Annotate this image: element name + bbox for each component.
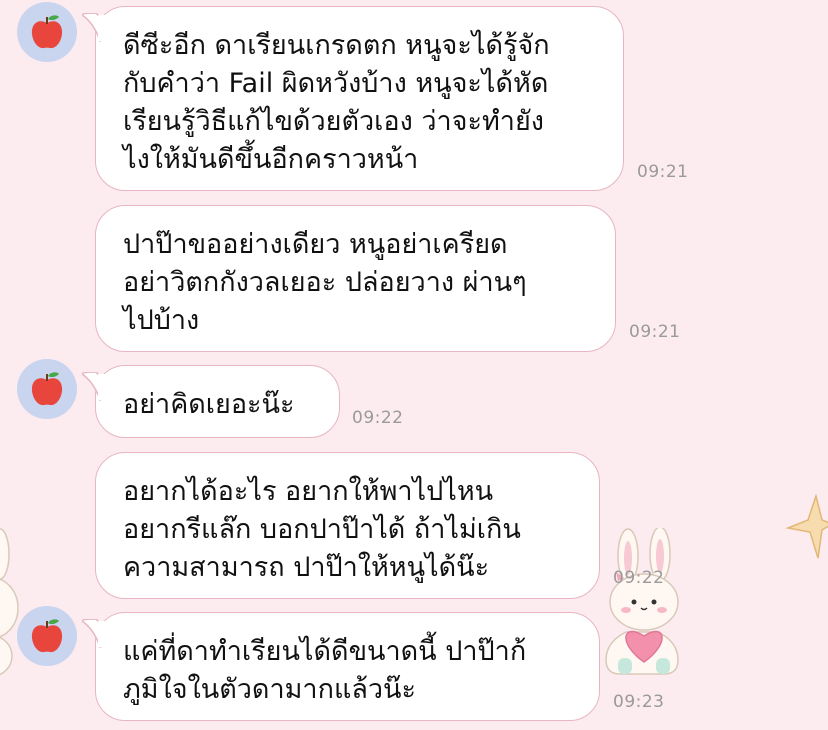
message-line: อยากรีแล๊ก บอกปาป๊าได้ ถ้าไม่เกิน (123, 514, 521, 545)
message-line: ความสามารถ ปาป๊าให้หนูได้น๊ะ (123, 552, 490, 583)
message-bubble[interactable]: อย่าคิดเยอะน๊ะ (82, 365, 340, 438)
message-timestamp: 09:21 (629, 322, 681, 342)
apple-icon (31, 372, 63, 406)
message-line: ปาป๊าขออย่างเดียว หนูอย่าเครียด (123, 229, 508, 260)
bunny-sticker-icon (0, 528, 19, 676)
message-timestamp: 09:21 (637, 162, 689, 182)
message-line: ภูมิใจในตัวดามากแล้วน๊ะ (123, 674, 417, 705)
message-line: อยากได้อะไร อยากให้พาไปไหน (123, 476, 494, 507)
message-line: เรียนรู้วิธีแก้ไขด้วยตัวเอง ว่าจะทำยัง (123, 106, 544, 137)
bubble-tail (82, 372, 116, 401)
apple-icon (31, 619, 63, 653)
apple-icon (31, 15, 63, 49)
message-line: ไงให้มันดีขึ้นอีกคราวหน้า (123, 144, 419, 175)
bunny-sticker-icon (605, 528, 679, 675)
message-line: ไปบ้าง (123, 305, 200, 336)
message-line: ดีซีะอีก ดาเรียนเกรดตก หนูจะได้รู้จัก (123, 30, 550, 61)
message-bubble[interactable]: แค่ที่ดาทำเรียนได้ดีขนาดนี้ ปาป๊าก้ ภูมิ… (82, 612, 600, 721)
message-line: กับคำว่า Fail ผิดหวังบ้าง หนูจะได้หัด (123, 68, 549, 99)
sender-avatar[interactable] (17, 2, 77, 62)
message-bubble[interactable]: อยากได้อะไร อยากให้พาไปไหน อยากรีแล๊ก บอ… (95, 452, 600, 599)
bubble-tail (82, 13, 116, 42)
star-icon (785, 494, 828, 559)
message-timestamp: 09:22 (352, 408, 404, 428)
message-bubble[interactable]: ดีซีะอีก ดาเรียนเกรดตก หนูจะได้รู้จัก กั… (82, 6, 624, 191)
chat-window: ดีซีะอีก ดาเรียนเกรดตก หนูจะได้รู้จัก กั… (0, 0, 828, 730)
message-line: อย่าคิดเยอะน๊ะ (123, 389, 295, 420)
message-timestamp: 09:23 (613, 692, 665, 712)
message-bubble[interactable]: ปาป๊าขออย่างเดียว หนูอย่าเครียด อย่าวิตก… (95, 205, 616, 352)
message-line: แค่ที่ดาทำเรียนได้ดีขนาดนี้ ปาป๊าก้ (123, 636, 527, 667)
sender-avatar[interactable] (17, 606, 77, 666)
bubble-tail (82, 619, 116, 648)
message-timestamp: 09:22 (613, 568, 665, 588)
message-line: อย่าวิตกกังวลเยอะ ปล่อยวาง ผ่านๆ (123, 267, 527, 298)
sender-avatar[interactable] (17, 359, 77, 419)
